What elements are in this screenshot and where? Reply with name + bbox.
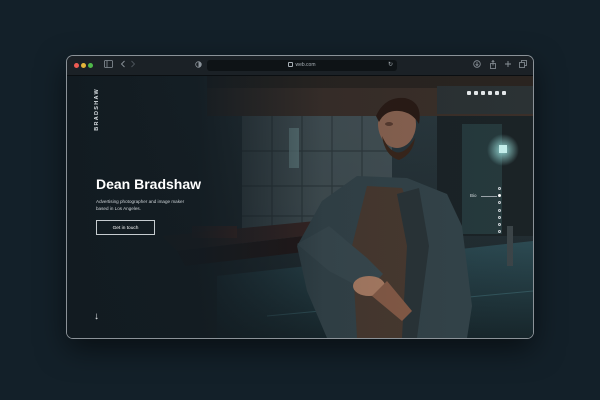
side-nav-dots <box>498 187 504 237</box>
minimize-window-button[interactable] <box>81 63 86 68</box>
social-links <box>467 91 506 95</box>
twitter-icon[interactable] <box>481 91 485 95</box>
side-nav-dot[interactable] <box>498 187 501 190</box>
side-nav-line <box>481 196 497 197</box>
privacy-shield-icon[interactable] <box>194 60 202 71</box>
hero-subtitle: Advertising photographer and image maker… <box>96 199 185 211</box>
facebook-icon[interactable] <box>488 91 492 95</box>
maximize-window-button[interactable] <box>88 63 93 68</box>
sidebar-toggle-icon[interactable] <box>103 60 113 71</box>
brand-logo[interactable]: BRADSHAW <box>94 88 102 131</box>
side-nav-dot[interactable] <box>498 230 501 234</box>
tab-overview-icon[interactable] <box>518 60 527 71</box>
address-bar[interactable]: web.com ↻ <box>207 60 397 71</box>
close-window-button[interactable] <box>74 63 79 68</box>
browser-toolbar: web.com ↻ <box>67 56 533 76</box>
forward-icon[interactable] <box>129 60 137 71</box>
side-nav-dot[interactable] <box>498 215 501 219</box>
reload-icon[interactable]: ↻ <box>388 60 393 71</box>
lock-icon <box>288 62 294 68</box>
side-nav-label: Bio <box>470 193 477 198</box>
youtube-icon[interactable] <box>502 91 506 95</box>
browser-window: web.com ↻ BRADSHAW Dean Bradshaw Adverti… <box>67 56 533 338</box>
download-icon[interactable] <box>472 60 481 71</box>
side-nav-dot[interactable] <box>498 208 501 212</box>
side-nav-dot-active[interactable] <box>498 194 501 198</box>
hero-title: Dean Bradshaw <box>96 176 202 192</box>
share-icon[interactable] <box>488 59 497 71</box>
website-page: BRADSHAW Dean Bradshaw Advertising photo… <box>67 76 533 338</box>
pinterest-icon[interactable] <box>495 91 499 95</box>
scroll-down-icon[interactable]: ↓ <box>94 312 99 322</box>
behance-icon[interactable] <box>467 91 471 95</box>
get-in-touch-button[interactable]: Get in touch <box>96 220 155 235</box>
side-nav-dot[interactable] <box>498 222 501 226</box>
back-icon[interactable] <box>119 60 127 71</box>
address-url: web.com <box>295 62 316 68</box>
new-tab-icon[interactable] <box>503 60 512 71</box>
instagram-icon[interactable] <box>474 91 478 95</box>
side-nav-dot[interactable] <box>498 201 501 205</box>
